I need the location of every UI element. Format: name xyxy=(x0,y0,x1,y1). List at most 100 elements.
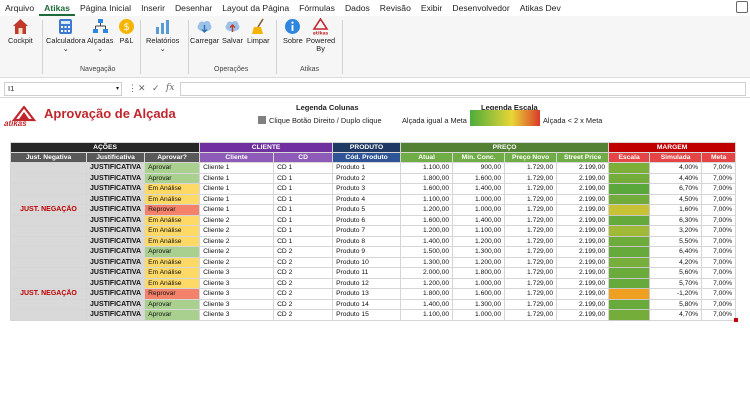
justificativa-button[interactable]: JUSTIFICATIVA xyxy=(85,246,146,258)
justificativa-button[interactable]: JUSTIFICATIVA xyxy=(85,298,146,310)
powered-by-button[interactable]: atikas Powered By xyxy=(306,17,335,53)
menu-item-7[interactable]: Dados xyxy=(340,0,375,16)
just-negativa-button[interactable] xyxy=(10,235,87,247)
justificativa-button[interactable]: JUSTIFICATIVA xyxy=(85,183,146,195)
produto-cell: Produto 9 xyxy=(332,246,402,258)
just-negativa-button[interactable] xyxy=(10,193,87,205)
menu-item-2[interactable]: Página Inicial xyxy=(75,0,136,16)
pl-button[interactable]: $ P&L xyxy=(118,18,135,45)
produto-cell: Produto 15 xyxy=(332,309,402,321)
menu-item-9[interactable]: Exibir xyxy=(416,0,448,16)
cliente-cell: Cliente 2 xyxy=(199,256,275,268)
justificativa-button[interactable]: JUSTIFICATIVA xyxy=(85,277,146,289)
salvar-button[interactable]: Salvar xyxy=(222,18,243,45)
alcadas-button[interactable]: Alçadas ⌄ xyxy=(87,18,113,53)
atual-cell: 2.000,00 xyxy=(400,267,454,279)
menu-item-11[interactable]: Atikas Dev xyxy=(515,0,566,16)
min-conc-cell: 1.600,00 xyxy=(452,288,506,300)
aprovar-status-cell[interactable]: Em Análise xyxy=(144,267,201,279)
aprovar-status-cell[interactable]: Em Análise xyxy=(144,214,201,226)
aprovar-status-cell[interactable]: Em Análise xyxy=(144,277,201,289)
aprovar-status-cell[interactable]: Em Análise xyxy=(144,235,201,247)
menu-item-3[interactable]: Inserir xyxy=(136,0,170,16)
atual-cell: 1.200,00 xyxy=(400,277,454,289)
aprovar-status-cell[interactable]: Em Análise xyxy=(144,225,201,237)
col-simulada[interactable]: Simulada xyxy=(649,152,703,163)
just-negativa-button[interactable] xyxy=(10,214,87,226)
menu-item-10[interactable]: Desenvolvedor xyxy=(447,0,514,16)
aprovar-status-cell[interactable]: Aprovar xyxy=(144,309,201,321)
justificativa-button[interactable]: JUSTIFICATIVA xyxy=(85,214,146,226)
menu-item-8[interactable]: Revisão xyxy=(375,0,416,16)
just-negativa-button[interactable] xyxy=(10,172,87,184)
col-min-conc[interactable]: Mín. Conc. xyxy=(452,152,506,163)
just-negativa-button[interactable] xyxy=(10,267,87,279)
justificativa-button[interactable]: JUSTIFICATIVA xyxy=(85,204,146,216)
justificativa-button[interactable]: JUSTIFICATIVA xyxy=(85,309,146,321)
col-cliente[interactable]: Cliente xyxy=(199,152,275,163)
col-just-negativa[interactable]: Just. Negativa xyxy=(10,152,87,163)
cd-cell: CD 1 xyxy=(273,225,334,237)
cockpit-button[interactable]: Cockpit xyxy=(8,18,33,45)
atual-cell: 1.100,00 xyxy=(400,309,454,321)
col-justificativa[interactable]: Justificativa xyxy=(85,152,146,163)
aprovar-status-cell[interactable]: Em Análise xyxy=(144,193,201,205)
just-negativa-button[interactable] xyxy=(10,246,87,258)
col-atual[interactable]: Atual xyxy=(400,152,454,163)
calculadora-button[interactable]: Calculadora ⌄ xyxy=(46,18,85,53)
col-street-price[interactable]: Street Price xyxy=(556,152,610,163)
justificativa-button[interactable]: JUSTIFICATIVA xyxy=(85,267,146,279)
justificativa-button[interactable]: JUSTIFICATIVA xyxy=(85,225,146,237)
col-meta[interactable]: Meta xyxy=(701,152,737,163)
justificativa-button[interactable]: JUSTIFICATIVA xyxy=(85,256,146,268)
name-box[interactable]: I1 ▾ xyxy=(4,82,122,96)
just-negativa-button[interactable] xyxy=(10,162,87,174)
chevron-down-icon[interactable]: ▾ xyxy=(116,83,119,95)
justificativa-button[interactable]: JUSTIFICATIVA xyxy=(85,235,146,247)
aprovar-status-cell[interactable]: Aprovar xyxy=(144,246,201,258)
menu-item-1[interactable]: Atikas xyxy=(39,0,75,16)
just-negativa-button[interactable] xyxy=(10,256,87,268)
menu-item-6[interactable]: Fórmulas xyxy=(294,0,340,16)
justificativa-button[interactable]: JUSTIFICATIVA xyxy=(85,193,146,205)
ribbon-separator xyxy=(42,20,43,74)
limpar-button[interactable]: Limpar xyxy=(247,18,270,45)
justificativa-button[interactable]: JUSTIFICATIVA xyxy=(85,162,146,174)
aprovar-status-cell[interactable]: Aprovar xyxy=(144,298,201,310)
menu-item-0[interactable]: Arquivo xyxy=(0,0,39,16)
just-negativa-button[interactable]: JUST. NEGAÇÃO xyxy=(10,288,87,300)
justificativa-button[interactable]: JUSTIFICATIVA xyxy=(85,288,146,300)
just-negativa-button[interactable]: JUST. NEGAÇÃO xyxy=(10,204,87,216)
table-row: JUSTIFICATIVA Aprovar Cliente 3 CD 2 Produto… xyxy=(10,309,737,321)
relatorios-button[interactable]: Relatórios ⌄ xyxy=(146,18,179,53)
carregar-button[interactable]: Carregar xyxy=(190,18,219,45)
aprovar-status-cell[interactable]: Aprovar xyxy=(144,172,201,184)
cd-cell: CD 1 xyxy=(273,162,334,174)
comment-icon[interactable] xyxy=(736,1,748,13)
aprovar-status-cell[interactable]: Em Análise xyxy=(144,256,201,268)
justificativa-button[interactable]: JUSTIFICATIVA xyxy=(85,172,146,184)
sobre-button[interactable]: Sobre xyxy=(283,18,303,45)
col-cd[interactable]: CD xyxy=(273,152,334,163)
atual-cell: 1.800,00 xyxy=(400,288,454,300)
group-label-atikas: Atikas xyxy=(300,66,320,73)
formula-input[interactable] xyxy=(180,82,746,96)
aprovar-status-cell[interactable]: Reprovar xyxy=(144,288,201,300)
function-icon[interactable]: fx xyxy=(166,83,174,93)
menu-item-4[interactable]: Desenhar xyxy=(170,0,217,16)
menu-item-5[interactable]: Layout da Página xyxy=(217,0,294,16)
col-cod-produto[interactable]: Cód. Produto xyxy=(332,152,402,163)
aprovar-status-cell[interactable]: Reprovar xyxy=(144,204,201,216)
just-negativa-button[interactable] xyxy=(10,277,87,289)
just-negativa-button[interactable] xyxy=(10,183,87,195)
aprovar-status-cell[interactable]: Aprovar xyxy=(144,162,201,174)
enter-icon[interactable]: ✓ xyxy=(152,83,160,94)
just-negativa-button[interactable] xyxy=(10,309,87,321)
col-preco-novo[interactable]: Preço Novo xyxy=(504,152,558,163)
col-escala[interactable]: Escala xyxy=(608,152,651,163)
just-negativa-button[interactable] xyxy=(10,298,87,310)
cancel-icon[interactable]: ✕ xyxy=(138,83,146,94)
col-aprovar[interactable]: Aprovar? xyxy=(144,152,201,163)
just-negativa-button[interactable] xyxy=(10,225,87,237)
aprovar-status-cell[interactable]: Em Análise xyxy=(144,183,201,195)
